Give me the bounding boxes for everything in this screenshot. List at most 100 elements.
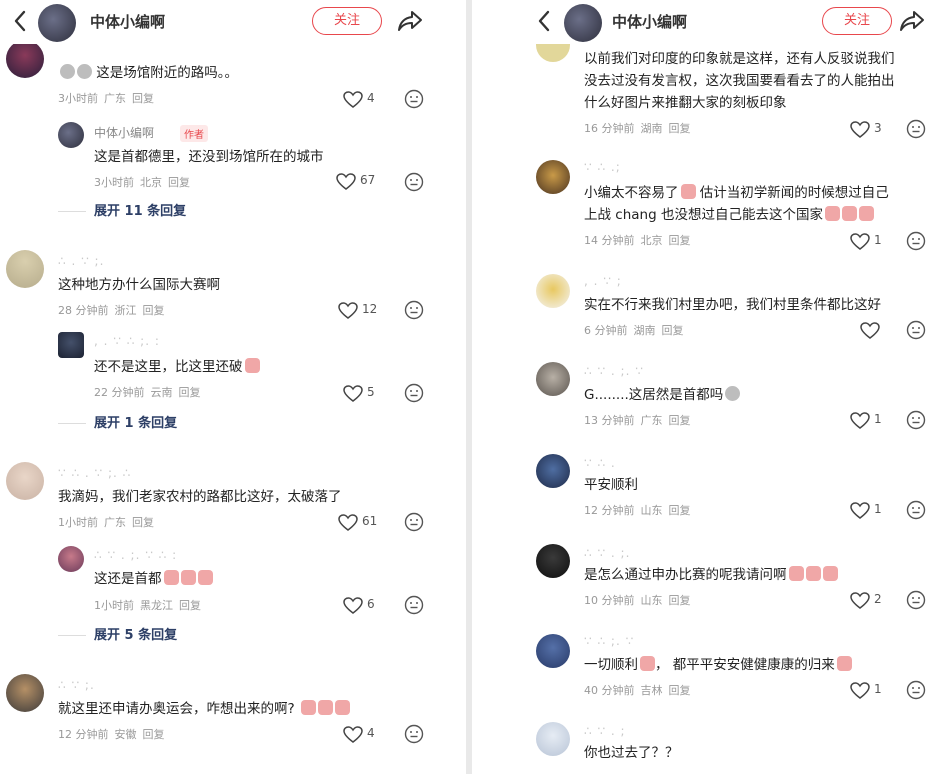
reply-author-name-blurred[interactable]: , . ∵ ∴ ;. : [94, 334, 160, 348]
commenter-avatar[interactable] [6, 40, 44, 78]
author-name[interactable]: 中体小编啊 [612, 11, 687, 32]
reply-link[interactable]: 回复 [168, 176, 190, 189]
share-icon[interactable] [396, 8, 424, 34]
reply-link[interactable]: 回复 [669, 122, 691, 135]
like-count: 3 [874, 121, 882, 135]
reply-author-name-blurred[interactable]: ∴ ∵ . ;. ∵ ∴ : [94, 548, 177, 562]
like-count: 12 [362, 302, 378, 316]
emoji-reaction-icon[interactable] [404, 724, 424, 744]
expand-replies-button[interactable]: 展开 11 条回复 [58, 200, 186, 219]
reply-link[interactable]: 回复 [669, 234, 691, 247]
commenter-avatar[interactable] [536, 274, 570, 308]
commenter-name-blurred[interactable]: ∴ ∵ ;. [58, 678, 95, 692]
emoji-reaction-icon[interactable] [906, 590, 926, 610]
commenter-name-blurred[interactable]: ∵ ∴ .; [584, 160, 621, 174]
back-arrow-icon[interactable] [10, 9, 32, 33]
reply-link[interactable]: 回复 [669, 414, 691, 427]
like-button[interactable]: 1 [850, 411, 894, 429]
back-arrow-icon[interactable] [534, 9, 556, 33]
reply-link[interactable]: 回复 [179, 386, 201, 399]
reply-link[interactable]: 回复 [669, 504, 691, 517]
reply-link[interactable]: 回复 [132, 516, 154, 529]
like-button[interactable]: 2 [850, 591, 894, 609]
comment-meta: 28 分钟前 浙江 回复 [58, 304, 165, 317]
emoji-reaction-icon[interactable] [404, 89, 424, 109]
top-bar: 中体小编啊 关注 [472, 0, 944, 44]
reply-author-name[interactable]: 中体小编啊 [94, 124, 154, 141]
emoji-reaction-icon[interactable] [404, 172, 424, 192]
reply-link[interactable]: 回复 [143, 304, 165, 317]
reply-link[interactable]: 回复 [669, 594, 691, 607]
like-button[interactable]: 4 [343, 725, 387, 743]
heart-icon [338, 514, 358, 531]
comment-meta: 14 分钟前 北京 回复 [584, 234, 691, 247]
follow-button[interactable]: 关注 [822, 7, 892, 35]
emoji-reaction-icon[interactable] [404, 300, 424, 320]
commenter-name-blurred[interactable]: ∴ ∵ . ;. ∵ [584, 364, 644, 378]
like-button[interactable]: 67 [336, 172, 380, 190]
like-count: 1 [874, 412, 882, 426]
commenter-name-blurred[interactable]: ∴ ∵ . ; [584, 724, 626, 738]
share-icon[interactable] [898, 8, 926, 34]
commenter-avatar[interactable] [6, 674, 44, 712]
emoji-reaction-icon[interactable] [906, 500, 926, 520]
commenter-avatar[interactable] [536, 544, 570, 578]
commenter-name-blurred[interactable]: ∵ ∴ . [584, 456, 616, 470]
heart-icon [343, 597, 363, 614]
emoji-reaction-icon[interactable] [404, 595, 424, 615]
reply-link[interactable]: 回复 [143, 728, 165, 741]
heart-icon [850, 502, 870, 519]
commenter-avatar[interactable] [536, 160, 570, 194]
reply-avatar[interactable] [58, 122, 84, 148]
like-count: 6 [367, 597, 375, 611]
commenter-name-blurred[interactable]: ∵ ∴ . ∵ ;. ∴ [58, 466, 131, 480]
author-name[interactable]: 中体小编啊 [90, 11, 165, 32]
reply-link[interactable]: 回复 [132, 92, 154, 105]
like-button[interactable]: 1 [850, 501, 894, 519]
reply-meta: 3小时前 北京 回复 [94, 176, 190, 189]
commenter-name-blurred[interactable]: ∵ ∴ ;. ∵ [584, 634, 634, 648]
commenter-avatar[interactable] [536, 722, 570, 756]
comment-text: 没去过没有发言权，这次我国要看看去了的人能拍出 [584, 73, 895, 89]
like-button[interactable]: 61 [338, 513, 382, 531]
author-avatar[interactable] [38, 4, 76, 42]
commenter-avatar[interactable] [6, 250, 44, 288]
like-button[interactable]: 6 [343, 596, 387, 614]
like-button[interactable]: 5 [343, 384, 387, 402]
author-avatar[interactable] [564, 4, 602, 42]
emoji-reaction-icon[interactable] [906, 231, 926, 251]
like-button[interactable]: 12 [338, 301, 382, 319]
like-count: 67 [360, 173, 376, 187]
emoji-reaction-icon[interactable] [906, 410, 926, 430]
comment-meta: 12 分钟前 山东 回复 [584, 504, 691, 517]
like-button[interactable]: 4 [343, 90, 387, 108]
commenter-name-blurred[interactable]: ∴ ∵ . ;. [584, 546, 630, 560]
reply-avatar[interactable] [58, 546, 84, 572]
expand-replies-button[interactable]: 展开 5 条回复 [58, 624, 177, 643]
comment-text: 这是场馆附近的路吗。。 [58, 62, 238, 84]
like-button[interactable] [860, 321, 904, 339]
emoji-reaction-icon[interactable] [906, 680, 926, 700]
comment-meta: 3小时前 广东 回复 [58, 92, 154, 105]
like-button[interactable]: 3 [850, 120, 894, 138]
commenter-name-blurred[interactable]: ∴ . ∵ ;. [58, 254, 104, 268]
heart-icon [850, 412, 870, 429]
commenter-avatar[interactable] [6, 462, 44, 500]
reply-link[interactable]: 回复 [669, 684, 691, 697]
commenter-avatar[interactable] [536, 634, 570, 668]
commenter-avatar[interactable] [536, 362, 570, 396]
emoji-reaction-icon[interactable] [906, 320, 926, 340]
emoji-reaction-icon[interactable] [404, 512, 424, 532]
like-button[interactable]: 1 [850, 232, 894, 250]
emoji-reaction-icon[interactable] [404, 383, 424, 403]
like-count: 1 [874, 233, 882, 247]
like-button[interactable]: 1 [850, 681, 894, 699]
reply-avatar[interactable] [58, 332, 84, 358]
commenter-name-blurred[interactable]: , . ∵ ; [584, 274, 622, 288]
reply-link[interactable]: 回复 [662, 324, 684, 337]
follow-button[interactable]: 关注 [312, 7, 382, 35]
expand-replies-button[interactable]: 展开 1 条回复 [58, 412, 177, 431]
reply-link[interactable]: 回复 [179, 599, 201, 612]
commenter-avatar[interactable] [536, 454, 570, 488]
emoji-reaction-icon[interactable] [906, 119, 926, 139]
